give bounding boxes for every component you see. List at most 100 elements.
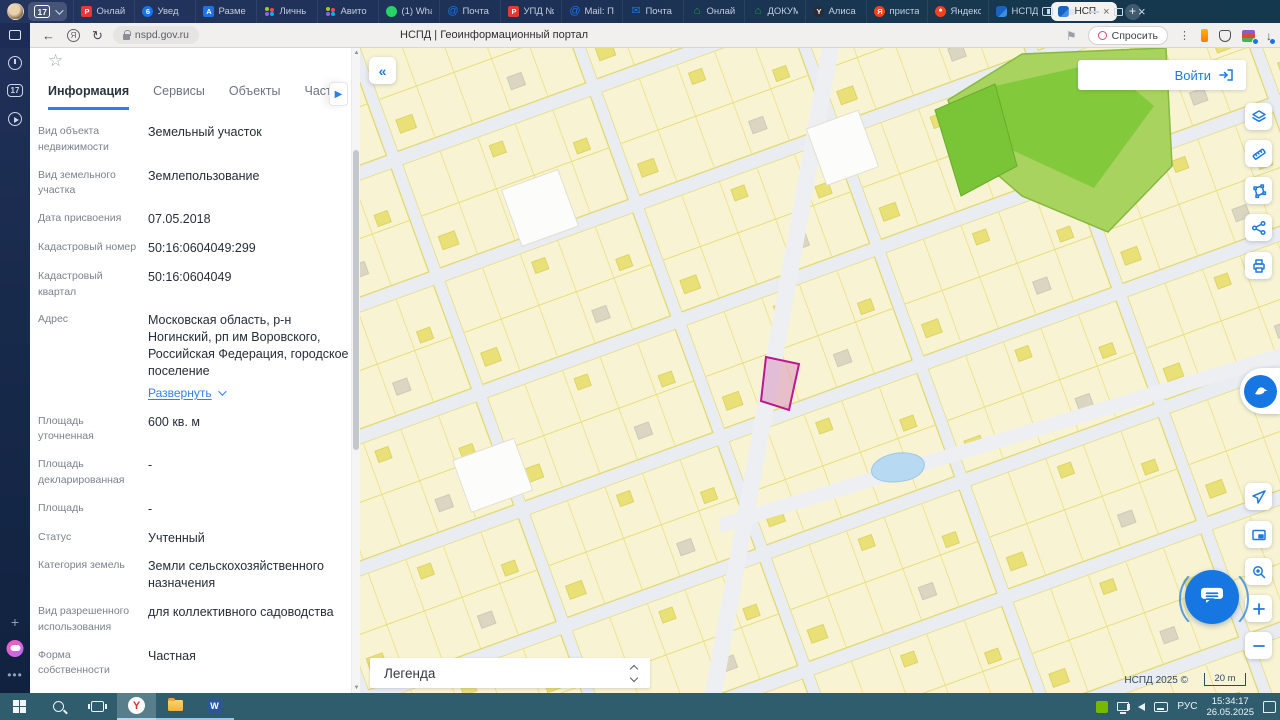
search-icon: [53, 701, 64, 712]
tab-title: Разме: [218, 6, 245, 17]
downloads-icon[interactable]: ↓: [1266, 30, 1272, 42]
more-icon[interactable]: •••: [7, 668, 23, 682]
scale-bar: 20 m: [1204, 673, 1246, 686]
measure-button[interactable]: [1245, 140, 1272, 167]
whatsapp-icon: [386, 6, 397, 17]
browser-tab[interactable]: PОнлай: [73, 0, 134, 23]
minimap-button[interactable]: [1245, 521, 1272, 548]
profile-avatar[interactable]: [7, 3, 24, 20]
attribute-value: 07.05.2018: [148, 211, 356, 228]
zoom-out-button[interactable]: [1245, 632, 1272, 659]
browser-tab[interactable]: 6Увед: [134, 0, 195, 23]
add-icon[interactable]: +: [11, 614, 19, 630]
side-panel-icon[interactable]: [1042, 7, 1053, 16]
alice-icon[interactable]: [7, 640, 24, 657]
tab-counter[interactable]: 17: [28, 2, 67, 21]
extension-torch-icon[interactable]: [1201, 29, 1208, 42]
attribute-label: Кадастровый квартал: [38, 269, 148, 301]
tab-title: (1) Wha: [401, 6, 432, 17]
minimap-icon: [1251, 527, 1267, 543]
task-view-button[interactable]: [78, 693, 117, 720]
print-button[interactable]: [1245, 252, 1272, 279]
address-bar[interactable]: nspd.gov.ru: [113, 26, 199, 44]
scrollbar-thumb[interactable]: [353, 150, 359, 450]
yandex-icon: Y: [813, 6, 824, 17]
word-taskbar-button[interactable]: W: [195, 693, 234, 720]
taskbar-search-button[interactable]: [39, 693, 78, 720]
tab-title: Личнь: [279, 6, 306, 17]
tabs-panel-icon[interactable]: 17: [7, 84, 23, 97]
keyboard-icon[interactable]: [1154, 702, 1168, 712]
extension-icon[interactable]: [1219, 30, 1231, 42]
browser-tab[interactable]: Яприста: [866, 0, 927, 23]
browser-tab[interactable]: НСПД: [988, 0, 1049, 23]
browser-tab[interactable]: Y Алиса: [805, 0, 866, 23]
browser-tab[interactable]: ✉Почта: [622, 0, 683, 23]
history-icon[interactable]: [8, 56, 22, 70]
start-button[interactable]: [0, 693, 39, 720]
file-explorer-taskbar-button[interactable]: [156, 693, 195, 720]
restore-icon[interactable]: [1114, 8, 1123, 16]
tabs-overflow-button[interactable]: ▶: [329, 82, 348, 106]
layers-button[interactable]: [1245, 103, 1272, 130]
browser-tab[interactable]: Авито: [317, 0, 378, 23]
expand-collapse-icon[interactable]: [631, 666, 637, 681]
back-icon[interactable]: ←: [42, 29, 55, 42]
locate-button[interactable]: [1245, 483, 1272, 510]
favorite-star-icon[interactable]: ☆: [48, 51, 63, 71]
clock[interactable]: 15:34:17 26.05.2025: [1206, 696, 1254, 718]
panel-tab-1[interactable]: Информация: [48, 84, 129, 110]
tab-title: Алиса: [828, 6, 855, 17]
yandex-search-icon[interactable]: Я: [67, 29, 80, 42]
sidebar-toggle[interactable]: [0, 23, 30, 48]
browser-tab[interactable]: (1) Wha: [378, 0, 439, 23]
attribute-rows: Вид объекта недвижимостиЗемельный участо…: [38, 124, 356, 720]
browser-tab[interactable]: ⌂ДОКУМ: [744, 0, 805, 23]
attribute-value-text: Частная: [148, 649, 196, 663]
panel-tab-3[interactable]: Объекты: [229, 84, 281, 110]
tab-title: НСПД: [1011, 6, 1038, 17]
close-window-icon[interactable]: ×: [1138, 5, 1146, 18]
zoom-in-icon: [1251, 601, 1267, 617]
language-indicator[interactable]: РУС: [1177, 701, 1197, 712]
ask-button[interactable]: Спросить: [1088, 26, 1168, 45]
browser-tab[interactable]: ⌂Онлай: [683, 0, 744, 23]
extension-winrar-icon[interactable]: [1242, 30, 1255, 42]
action-center-icon[interactable]: [1263, 701, 1276, 713]
login-bar[interactable]: Войти: [1078, 60, 1246, 90]
share-button[interactable]: [1245, 214, 1272, 241]
toolbar-right: ⚑ Спросить ⋮ ↓: [1066, 23, 1272, 48]
browser-tab[interactable]: @Почта: [439, 0, 500, 23]
collapse-icon: «: [379, 63, 387, 79]
collapse-panel-button[interactable]: «: [369, 57, 396, 84]
draw-polygon-button[interactable]: [1245, 177, 1272, 204]
play-icon[interactable]: [8, 112, 22, 126]
browser-tab[interactable]: Яндекс: [927, 0, 988, 23]
more-options-icon[interactable]: ⋮: [1179, 29, 1190, 42]
yandex-browser-taskbar-button[interactable]: Y: [117, 693, 156, 720]
menu-icon[interactable]: ≡: [1068, 6, 1075, 18]
map-canvas[interactable]: « Войти: [360, 48, 1280, 693]
panel-scrollbar[interactable]: ▲ ▼: [351, 48, 360, 693]
chat-button[interactable]: [1185, 570, 1239, 624]
minimize-icon[interactable]: [1090, 11, 1099, 13]
zoom-in-button[interactable]: [1245, 595, 1272, 622]
attribute-value: Землепользование: [148, 168, 356, 200]
attribute-row: Кадастровый квартал50:16:0604049: [38, 269, 356, 301]
browser-tab[interactable]: AРазме: [195, 0, 256, 23]
volume-icon[interactable]: [1138, 703, 1145, 711]
refresh-icon[interactable]: ↻: [92, 29, 103, 42]
attribute-row: СтатусУчтенный: [38, 530, 356, 547]
legend-bar[interactable]: Легенда: [370, 658, 650, 688]
browser-tab[interactable]: @Mail: П: [561, 0, 622, 23]
assistant-button[interactable]: [1240, 368, 1280, 414]
browser-tab[interactable]: PУПД №: [500, 0, 561, 23]
browser-tab[interactable]: Личнь: [256, 0, 317, 23]
bookmark-icon[interactable]: ⚑: [1066, 29, 1077, 43]
search-area-button[interactable]: [1245, 558, 1272, 585]
expand-address-link[interactable]: Развернуть: [148, 385, 224, 401]
tab-count-badge: 17: [34, 5, 50, 18]
attribute-row: Площадь декларированная-: [38, 457, 356, 489]
panel-tab-2[interactable]: Сервисы: [153, 84, 205, 110]
gpu-tray-icon[interactable]: [1096, 701, 1108, 713]
